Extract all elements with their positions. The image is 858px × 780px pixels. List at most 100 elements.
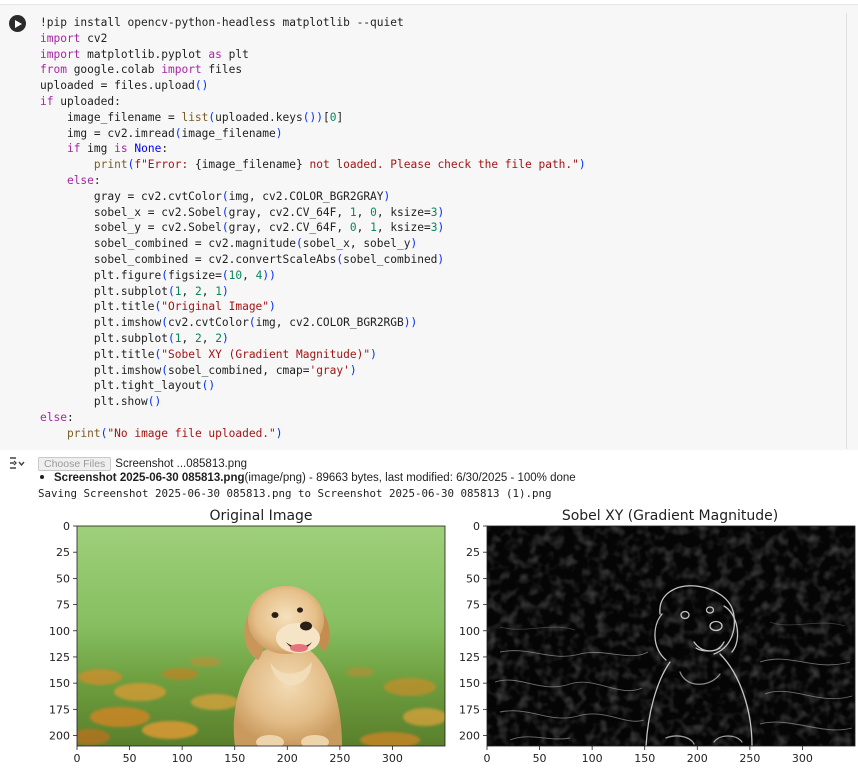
code-line[interactable]: !pip install opencv-python-headless matp…	[40, 15, 586, 31]
code-line[interactable]: import cv2	[40, 31, 586, 47]
code-token: , ksize=	[376, 205, 431, 219]
code-token: (	[167, 331, 175, 345]
code-token: (	[161, 316, 168, 330]
y-tick-label: 175	[49, 703, 70, 716]
code-token: ()	[194, 79, 209, 93]
code-token: ()	[201, 379, 216, 393]
y-tick-label: 0	[473, 520, 480, 533]
y-tick-label: 200	[49, 730, 70, 743]
code-line[interactable]: sobel_combined = cv2.magnitude(sobel_x, …	[40, 236, 586, 252]
x-tick-label: 250	[329, 752, 350, 765]
code-token: ]	[336, 110, 344, 124]
code-token: )	[269, 268, 276, 282]
run-cell-button[interactable]	[9, 15, 26, 32]
x-tick-label: 150	[634, 752, 655, 765]
code-token: (	[167, 284, 175, 298]
code-token: 2	[194, 331, 202, 345]
figure-canvas: Original Image Sobel XY (Gradient Magnit…	[49, 508, 856, 765]
code-token: )	[383, 189, 391, 203]
code-token: (	[221, 221, 229, 235]
uploaded-file-entry: Screenshot 2025-06-30 085813.png(image/p…	[40, 472, 576, 484]
code-line[interactable]: sobel_combined = cv2.convertScaleAbs(sob…	[40, 252, 586, 268]
code-token: sobel_y = cv2.Sobel	[40, 221, 222, 235]
code-line[interactable]: img = cv2.imread(image_filename)	[40, 126, 586, 142]
code-line[interactable]: image_filename = list(uploaded.keys())[0…	[40, 110, 586, 126]
code-line[interactable]: plt.figure(figsize=(10, 4))	[40, 268, 586, 284]
code-token: uploaded:	[53, 94, 121, 108]
choose-files-button[interactable]: Choose Files	[38, 457, 112, 471]
code-line[interactable]: plt.title("Original Image")	[40, 299, 586, 315]
code-line[interactable]: else:	[40, 173, 586, 189]
code-line[interactable]: plt.imshow(cv2.cvtColor(img, cv2.COLOR_B…	[40, 315, 586, 331]
code-line[interactable]: plt.show()	[40, 394, 586, 410]
code-token: (	[295, 237, 303, 251]
code-line[interactable]: gray = cv2.cvtColor(img, cv2.COLOR_BGR2G…	[40, 189, 586, 205]
code-token: (	[161, 363, 168, 377]
code-editor[interactable]: !pip install opencv-python-headless matp…	[34, 13, 847, 449]
code-line[interactable]: plt.subplot(1, 2, 2)	[40, 331, 586, 347]
x-tick-label: 0	[74, 752, 81, 765]
code-token: ,	[356, 221, 371, 235]
code-token: import	[161, 63, 202, 77]
code-line[interactable]: else:	[40, 410, 586, 426]
code-token: (	[221, 189, 229, 203]
code-line[interactable]: plt.tight_layout()	[40, 378, 586, 394]
code-token: )	[437, 205, 445, 219]
code-token: img, cv2.COLOR_BGR2GRAY	[228, 189, 384, 203]
x-tick-label: 100	[582, 752, 603, 765]
code-token: plt.title	[40, 347, 155, 361]
code-line[interactable]: plt.title("Sobel XY (Gradient Magnitude)…	[40, 347, 586, 363]
code-line[interactable]: from google.colab import files	[40, 62, 586, 78]
y-tick-label: 50	[56, 572, 70, 585]
code-line[interactable]: print("No image file uploaded.")	[40, 426, 586, 442]
y-tick-label: 150	[459, 677, 480, 690]
code-line[interactable]: plt.imshow(sobel_combined, cmap='gray')	[40, 363, 586, 379]
uploaded-file-details: (image/png) - 89663 bytes, last modified…	[244, 472, 576, 484]
code-token: list	[181, 110, 209, 124]
code-token: :	[161, 142, 169, 156]
code-token: f"Error:	[134, 158, 195, 172]
code-cell[interactable]: !pip install opencv-python-headless matp…	[0, 4, 858, 450]
code-token: )	[437, 221, 445, 235]
bullet	[40, 474, 44, 479]
code-token: sobel_x = cv2.Sobel	[40, 205, 222, 219]
code-line[interactable]: sobel_y = cv2.Sobel(gray, cv2.CV_64F, 0,…	[40, 220, 586, 236]
play-icon	[15, 19, 22, 28]
code-token: 0	[349, 221, 357, 235]
y-tick-label: 50	[466, 572, 480, 585]
code-token: ()	[302, 110, 317, 124]
code-token: 0	[370, 205, 377, 219]
file-upload-widget: Choose Files Screenshot ...085813.png	[38, 457, 247, 471]
code-line[interactable]: plt.subplot(1, 2, 1)	[40, 284, 586, 300]
x-tick-label: 100	[172, 752, 193, 765]
code-token: , ksize=	[376, 221, 431, 235]
code-line[interactable]: if img is None:	[40, 141, 586, 157]
code-token: 1	[370, 221, 377, 235]
code-text[interactable]: !pip install opencv-python-headless matp…	[40, 15, 586, 442]
output-toggle-icon[interactable]	[8, 456, 28, 472]
left-axes-title: Original Image	[209, 508, 312, 524]
code-token: google.colab	[66, 63, 162, 77]
x-tick-label: 300	[382, 752, 403, 765]
code-line[interactable]: uploaded = files.upload()	[40, 78, 586, 94]
code-token: )	[578, 158, 586, 172]
code-line[interactable]: sobel_x = cv2.Sobel(gray, cv2.CV_64F, 1,…	[40, 205, 586, 221]
code-token: )	[349, 363, 357, 377]
code-line[interactable]: if uploaded:	[40, 94, 586, 110]
code-line[interactable]: import matplotlib.pyplot as plt	[40, 47, 586, 63]
code-token: gray, cv2.CV_64F,	[228, 221, 350, 235]
code-token: print	[93, 158, 128, 172]
code-token: img = cv2.imread	[40, 126, 175, 140]
code-token: 1	[215, 284, 222, 298]
code-token: plt	[221, 47, 249, 61]
code-token: )	[410, 316, 418, 330]
code-token: )	[403, 316, 411, 330]
code-token: if	[66, 142, 81, 156]
code-token: files	[201, 63, 243, 77]
right-axes-title: Sobel XY (Gradient Magnitude)	[562, 508, 778, 524]
code-token: uploaded = files.upload	[40, 79, 195, 93]
code-token: (	[221, 268, 229, 282]
code-token: print	[66, 426, 101, 440]
code-line[interactable]: print(f"Error: {image_filename} not load…	[40, 157, 586, 173]
code-token: cv2.cvtColor	[168, 316, 249, 330]
